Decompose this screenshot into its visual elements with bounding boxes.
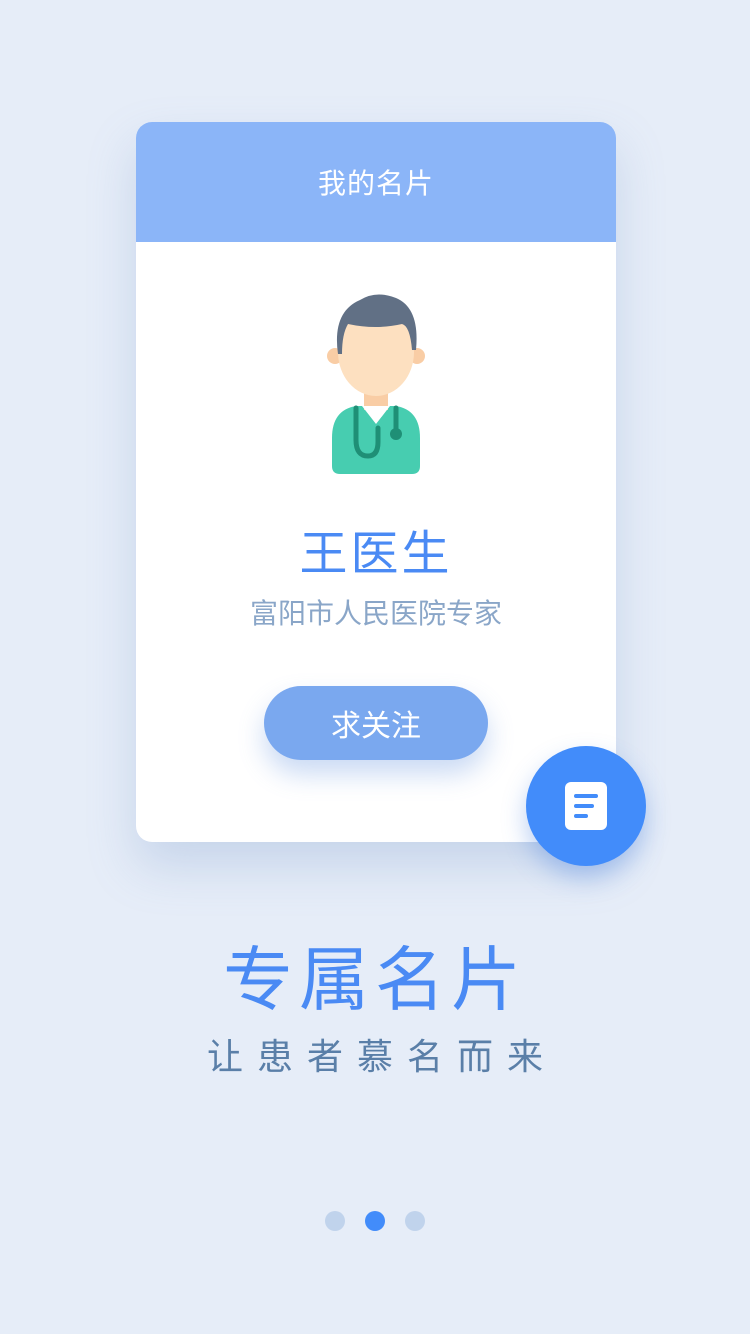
doctor-hospital: 富阳市人民医院专家 [249,597,502,630]
card-header: 我的名片 [136,122,616,242]
onboarding-screen: 我的名片 王医生 富阳市人民医院专家 求关注 专属名片 让患者慕名而来 [0,0,750,1334]
doctor-avatar-icon [327,294,425,474]
page-indicator [0,1211,750,1231]
doctor-name: 王医生 [299,526,453,582]
follow-button[interactable]: 求关注 [264,686,488,760]
page-dot-3[interactable] [405,1211,425,1231]
page-dot-2-active[interactable] [365,1211,385,1231]
card-title: 我的名片 [317,167,434,200]
feature-tagline: 让患者慕名而来 [206,1037,557,1078]
document-icon [565,782,607,830]
document-button[interactable] [526,746,646,866]
feature-headline: 专属名片 [223,939,527,1021]
business-card: 我的名片 王医生 富阳市人民医院专家 求关注 [136,122,616,842]
page-dot-1[interactable] [325,1211,345,1231]
